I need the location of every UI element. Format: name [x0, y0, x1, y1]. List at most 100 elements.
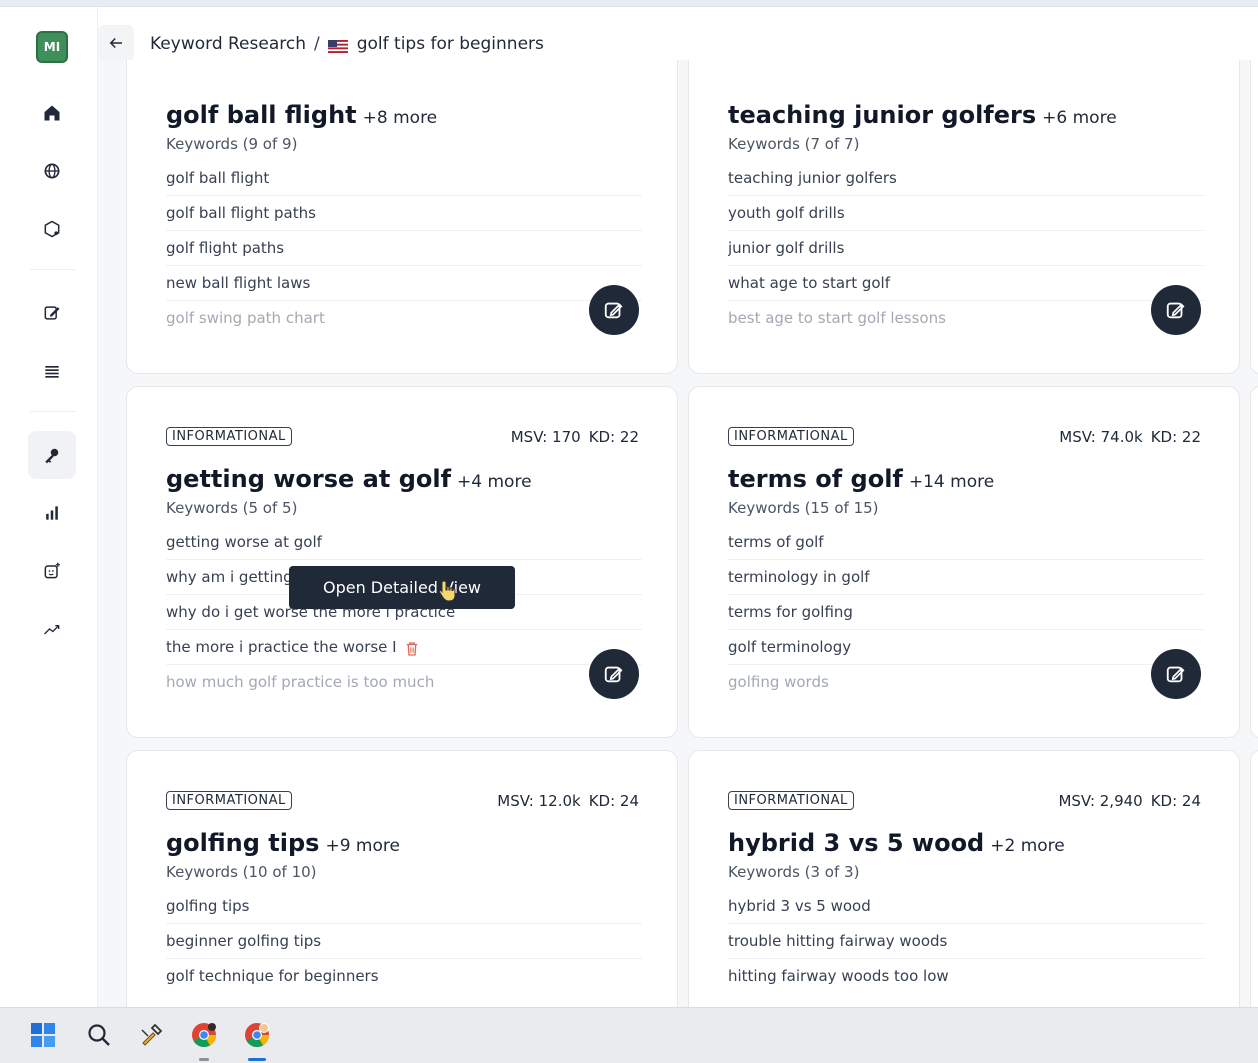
chrome-profile-icon[interactable] [242, 1020, 272, 1050]
kd-value: KD: 24 [588, 792, 639, 810]
cluster-card: teaching junior golfers +6 more Keywords … [688, 60, 1240, 374]
breadcrumb-parent[interactable]: Keyword Research [150, 34, 306, 54]
breadcrumb-separator: / [314, 34, 320, 54]
intent-badge: INFORMATIONAL [728, 791, 854, 810]
keyword-count: Keywords (10 of 10) [166, 863, 317, 881]
taskbar [0, 1007, 1258, 1063]
home-icon [44, 105, 60, 121]
intent-badge: INFORMATIONAL [166, 427, 292, 446]
cluster-title[interactable]: teaching junior golfers +6 more [728, 101, 1117, 129]
breadcrumb-current: golf tips for beginners [356, 34, 544, 54]
edit-cluster-button[interactable] [1151, 285, 1201, 335]
chrome-icon[interactable] [189, 1020, 219, 1050]
list-item: golfing words [728, 673, 829, 691]
taskbar-indicator-active [248, 1058, 266, 1061]
list-item: trouble hitting fairway woods [728, 924, 1204, 959]
edit-icon [1166, 302, 1185, 319]
cluster-title[interactable]: terms of golf +14 more [728, 465, 994, 493]
more-count: +6 more [1042, 108, 1117, 128]
keyword-count: Keywords (15 of 15) [728, 499, 879, 517]
sidebar-item-globe[interactable] [28, 147, 76, 195]
intent-badge: INFORMATIONAL [728, 427, 854, 446]
list-item: terms for golfing [728, 595, 1204, 630]
back-button[interactable] [98, 25, 134, 61]
list-item: golf swing path chart [166, 309, 325, 327]
bar-chart-icon [46, 506, 58, 520]
windows-start-icon[interactable] [28, 1020, 58, 1050]
sidebar-divider [30, 411, 76, 412]
list-item: terms of golf [728, 525, 1204, 560]
cluster-metrics: MSV: 12.0k KD: 24 [497, 792, 639, 810]
edit-document-icon [44, 306, 60, 320]
list-item: how much golf practice is too much [166, 673, 435, 691]
cluster-title[interactable]: golfing tips +9 more [166, 829, 400, 857]
avatar[interactable]: MI [36, 31, 68, 63]
keyword-list: golfing tips beginner golfing tips golf … [166, 889, 642, 994]
edit-icon [604, 302, 623, 319]
cluster-card-partial [1250, 750, 1258, 1007]
cluster-card-partial [1250, 386, 1258, 738]
sidebar-item-trends[interactable] [28, 605, 76, 653]
list-item: golf technique for beginners [166, 967, 379, 985]
ai-add-icon [44, 562, 60, 579]
breadcrumb: Keyword Research / golf tips for beginne… [150, 30, 544, 58]
cluster-title[interactable]: hybrid 3 vs 5 wood +2 more [728, 829, 1065, 857]
cluster-metrics: MSV: 74.0k KD: 22 [1059, 428, 1201, 446]
keyword-list: terms of golf terminology in golf terms … [728, 525, 1204, 700]
edit-cluster-button[interactable] [589, 285, 639, 335]
cluster-card: INFORMATIONAL MSV: 12.0k KD: 24 golfing t… [126, 750, 678, 1007]
sidebar-item-analytics[interactable] [28, 489, 76, 537]
cluster-metrics: MSV: 2,940 KD: 24 [1058, 792, 1201, 810]
cluster-grid: golf ball flight +8 more Keywords (9 of 9… [98, 60, 1258, 1007]
sidebar-item-home[interactable] [28, 89, 76, 137]
cluster-card: golf ball flight +8 more Keywords (9 of 9… [126, 60, 678, 374]
kd-value: KD: 24 [1150, 792, 1201, 810]
trash-icon[interactable] [403, 640, 421, 658]
list-item: teaching junior golfers [728, 161, 1204, 196]
edit-icon [1166, 666, 1185, 683]
intent-badge: INFORMATIONAL [166, 791, 292, 810]
keyword-count: Keywords (7 of 7) [728, 135, 860, 153]
key-icon [45, 448, 59, 464]
list-item: golf ball flight [166, 161, 642, 196]
msv-value: MSV: 12.0k [497, 792, 581, 810]
list-item: golf flight paths [166, 231, 642, 266]
edit-cluster-button[interactable] [589, 649, 639, 699]
hand-cursor-icon [437, 579, 459, 603]
sidebar-item-ai[interactable] [28, 547, 76, 595]
list-icon [45, 366, 59, 378]
cluster-title[interactable]: getting worse at golf +4 more [166, 465, 532, 493]
list-item: golfing tips [166, 889, 642, 924]
cluster-card-partial [1250, 60, 1258, 374]
cluster-card: INFORMATIONAL MSV: 74.0k KD: 22 terms of … [688, 386, 1240, 738]
search-icon[interactable] [84, 1020, 114, 1050]
cluster-card: INFORMATIONAL MSV: 2,940 KD: 24 hybrid 3 … [688, 750, 1240, 1007]
edit-icon [604, 666, 623, 683]
list-item: junior golf drills [728, 231, 1204, 266]
msv-value: MSV: 2,940 [1058, 792, 1143, 810]
keyword-count: Keywords (5 of 5) [166, 499, 298, 517]
cluster-title[interactable]: golf ball flight +8 more [166, 101, 437, 129]
more-count: +14 more [908, 472, 995, 492]
tool-app-icon[interactable] [136, 1020, 166, 1050]
sidebar-item-edit[interactable] [28, 289, 76, 337]
arrow-left-icon [109, 37, 122, 49]
kd-value: KD: 22 [1150, 428, 1201, 446]
open-detailed-view-tooltip: Open Detailed View [289, 566, 515, 609]
keyword-count: Keywords (3 of 3) [728, 863, 860, 881]
edit-cluster-button[interactable] [1151, 649, 1201, 699]
msv-value: MSV: 170 [510, 428, 581, 446]
list-item: getting worse at golf [166, 525, 642, 560]
keyword-count: Keywords (9 of 9) [166, 135, 298, 153]
sidebar-item-list[interactable] [28, 347, 76, 395]
hexagon-settings-icon [44, 220, 60, 238]
sidebar-item-keyword-research[interactable] [28, 431, 76, 479]
sidebar-divider [30, 269, 76, 270]
sidebar-item-hexagon[interactable] [28, 205, 76, 253]
kd-value: KD: 22 [588, 428, 639, 446]
msv-value: MSV: 74.0k [1059, 428, 1143, 446]
us-flag-icon [327, 38, 348, 53]
list-item: terminology in golf [728, 560, 1204, 595]
list-item: golf terminology [728, 630, 1204, 665]
more-count: +2 more [990, 836, 1065, 856]
